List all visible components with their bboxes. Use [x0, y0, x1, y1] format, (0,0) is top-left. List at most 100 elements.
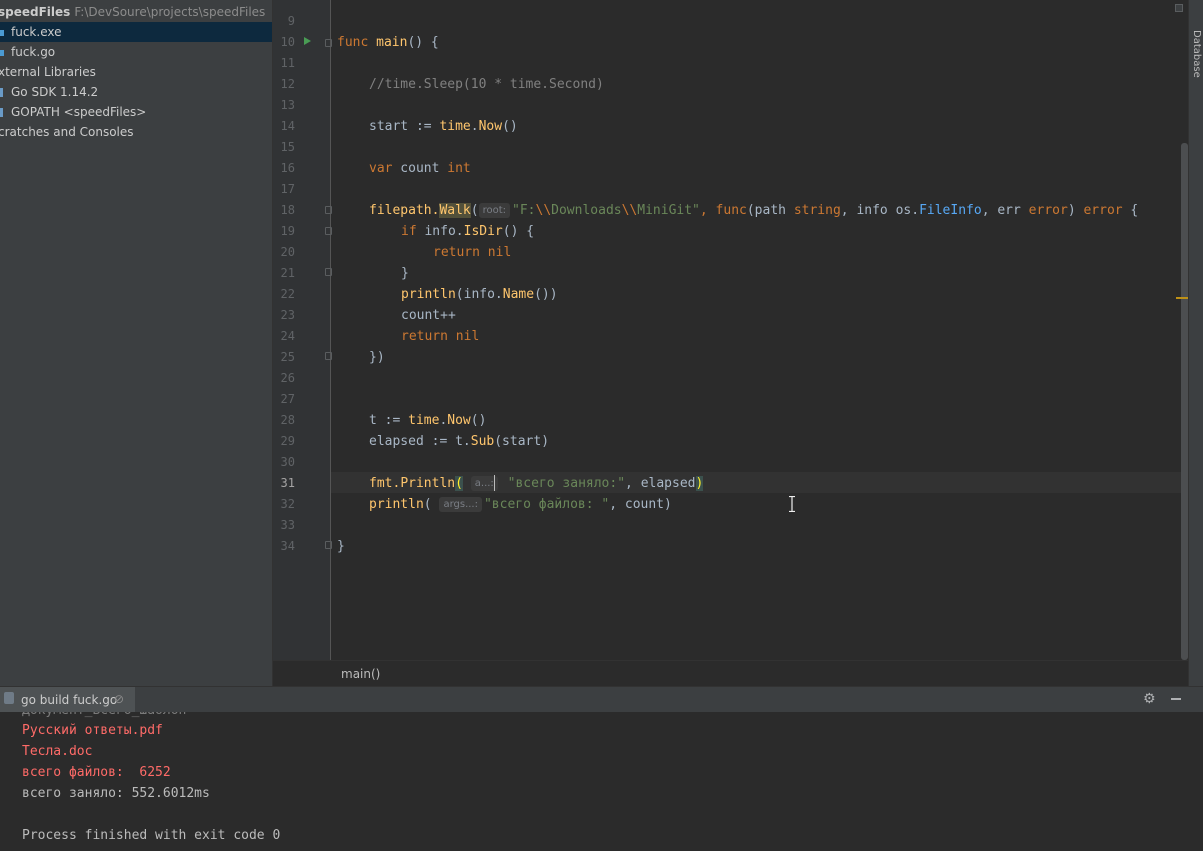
- line-number: 21: [280, 266, 295, 280]
- tree-item-gopath[interactable]: GOPATH <speedFiles>: [0, 102, 272, 122]
- database-tab-label: Database: [1191, 30, 1202, 78]
- code-line: //time.Sleep(10 * time.Second): [369, 74, 604, 95]
- code-text: ): [1067, 203, 1084, 218]
- code-line: filepath.Walk(root: "F:\\Downloads\\MiniG…: [369, 200, 1138, 221]
- console-line: Тесла.doc: [22, 744, 93, 759]
- tree-item-go-sdk[interactable]: Go SDK 1.14.2: [0, 82, 272, 102]
- string-literal: "всего файлов: ": [483, 497, 610, 512]
- code-line: println(info.Name()): [401, 284, 558, 305]
- minimize-icon[interactable]: [1171, 698, 1181, 700]
- project-root-path: F:\DevSoure\projects\speedFiles: [74, 5, 266, 19]
- type-name: int: [447, 161, 471, 176]
- run-gutter-icon[interactable]: [304, 37, 311, 45]
- string-literal: "всего заняло:": [507, 476, 626, 491]
- code-line: return nil: [433, 242, 511, 263]
- line-number-current: 31: [280, 476, 295, 490]
- tree-item-fuck-go[interactable]: fuck.go: [0, 42, 272, 62]
- tree-item-external-libraries[interactable]: xternal Libraries: [0, 62, 272, 82]
- package-name: time: [408, 413, 440, 428]
- library-icon: [0, 86, 8, 98]
- code-text: ,: [699, 203, 716, 218]
- code-text: info.: [416, 224, 464, 239]
- code-text: t :=: [369, 413, 409, 428]
- code-text: , elapsed: [625, 476, 696, 491]
- code-line: var count int: [369, 158, 471, 179]
- go-build-icon: [4, 692, 14, 704]
- close-tab-icon[interactable]: ⊘: [114, 692, 124, 706]
- go-file-icon: [0, 46, 8, 58]
- code-text: () {: [502, 224, 535, 239]
- comment: //time.Sleep(10 * time.Second): [369, 77, 604, 92]
- code-text: (info.: [455, 287, 503, 302]
- keyword: if: [401, 224, 417, 239]
- line-number: 27: [280, 392, 295, 406]
- matched-brace: ): [695, 476, 704, 491]
- code-text: (: [470, 203, 479, 218]
- code-line: return nil: [401, 326, 479, 347]
- line-number: 23: [280, 308, 295, 322]
- keyword: var: [369, 161, 393, 176]
- tree-item-label: GOPATH <speedFiles>: [11, 105, 147, 119]
- package-name: fmt.: [369, 476, 401, 491]
- escape-sequence: \\: [535, 203, 552, 218]
- code-line: }: [401, 263, 409, 284]
- code-line: if info.IsDir() {: [401, 221, 534, 242]
- fold-icon[interactable]: [325, 268, 332, 276]
- code-line-current: fmt.Println( a...: "всего заняло:", elap…: [369, 473, 704, 494]
- code-line: elapsed := t.Sub(start): [369, 431, 549, 452]
- keyword: nil: [479, 245, 512, 260]
- gear-icon[interactable]: ⚙: [1143, 691, 1156, 707]
- exe-file-icon: [0, 26, 8, 38]
- warning-marker[interactable]: [1176, 297, 1188, 299]
- escape-sequence: \\: [621, 203, 638, 218]
- line-number: 34: [280, 539, 295, 553]
- code-text: (path: [746, 203, 794, 218]
- line-number: 25: [280, 350, 295, 364]
- line-number: 33: [280, 518, 295, 532]
- fold-icon[interactable]: [325, 352, 332, 360]
- fold-icon[interactable]: [325, 39, 332, 47]
- line-number: 13: [280, 98, 295, 112]
- tree-item-label: fuck.exe: [11, 25, 62, 39]
- code-text: {: [1122, 203, 1139, 218]
- project-root[interactable]: speedFiles F:\DevSoure\projects\speedFile…: [0, 2, 272, 22]
- breadcrumb[interactable]: main(): [341, 667, 380, 681]
- matched-brace: (: [455, 476, 463, 491]
- function-name: main: [376, 35, 408, 50]
- database-tool-tab[interactable]: Database: [1189, 30, 1203, 110]
- code-text: }): [369, 350, 385, 365]
- code-line: }): [369, 347, 385, 368]
- editor-scrollbar-thumb[interactable]: [1181, 143, 1188, 660]
- string-literal: MiniGit": [637, 203, 700, 218]
- parameter-hint: root:: [478, 203, 511, 218]
- fold-icon[interactable]: [325, 227, 332, 235]
- run-panel-header: [0, 686, 1203, 712]
- function-call: Now: [447, 413, 471, 428]
- run-tab-label: go build fuck.go: [21, 693, 118, 707]
- line-number: 20: [280, 245, 295, 259]
- tree-item-fuck-exe[interactable]: fuck.exe: [0, 22, 272, 42]
- code-text: (): [502, 119, 518, 134]
- inspection-status-icon[interactable]: [1175, 4, 1183, 12]
- tree-item-scratches[interactable]: cratches and Consoles: [0, 122, 272, 142]
- code-line: println( args...: "всего файлов: ", count…: [369, 494, 672, 515]
- console-line: Русский ответы.pdf: [22, 723, 163, 738]
- console-output[interactable]: Документ_Всего_Шаблон Русский ответы.pdf…: [0, 712, 1203, 851]
- line-number: 26: [280, 371, 295, 385]
- function-call: Println: [400, 476, 456, 491]
- keyword: func: [337, 35, 369, 50]
- code-text: }: [401, 266, 409, 281]
- breadcrumb-bar: [273, 660, 1188, 686]
- code-text: , err: [981, 203, 1029, 218]
- fold-icon[interactable]: [325, 541, 332, 549]
- line-number: 11: [280, 56, 295, 70]
- fold-icon[interactable]: [325, 206, 332, 214]
- code-line: }: [337, 536, 345, 557]
- code-text: (start): [494, 434, 550, 449]
- keyword: return: [433, 245, 480, 260]
- console-line: Process finished with exit code 0: [22, 828, 281, 843]
- code-text: start :=: [369, 119, 440, 134]
- package-name: time: [439, 119, 471, 134]
- function-call: Name: [502, 287, 535, 302]
- code-text: count: [392, 161, 448, 176]
